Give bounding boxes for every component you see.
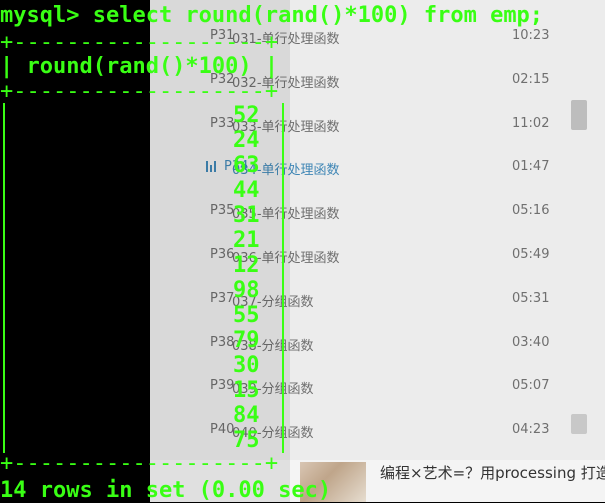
result-value: 15 xyxy=(233,378,260,403)
table-border-top: +-------------------+ xyxy=(0,30,279,55)
table-header: | round(rand()*100) | xyxy=(0,54,279,79)
result-value: 63 xyxy=(233,153,260,178)
mysql-terminal[interactable]: mysql> select round(rand()*100) from emp… xyxy=(0,0,605,503)
table-border-header: +-------------------+ xyxy=(0,79,279,104)
result-value: 84 xyxy=(233,403,260,428)
result-value: 24 xyxy=(233,128,260,153)
result-value: 12 xyxy=(233,253,260,278)
query-summary: 14 rows in set (0.00 sec) xyxy=(0,478,332,503)
command-prompt: mysql> select round(rand()*100) from emp… xyxy=(0,3,544,28)
result-value: 75 xyxy=(233,428,260,453)
result-value: 79 xyxy=(233,328,260,353)
result-value: 55 xyxy=(233,303,260,328)
result-value: 31 xyxy=(233,203,260,228)
table-border-bottom: +-------------------+ xyxy=(0,451,279,476)
result-value: 52 xyxy=(233,103,260,128)
result-value: 98 xyxy=(233,278,260,303)
result-value: 21 xyxy=(233,228,260,253)
table-border-left xyxy=(3,103,5,453)
result-value: 44 xyxy=(233,178,260,203)
result-value: 30 xyxy=(233,353,260,378)
table-border-right xyxy=(282,103,284,453)
